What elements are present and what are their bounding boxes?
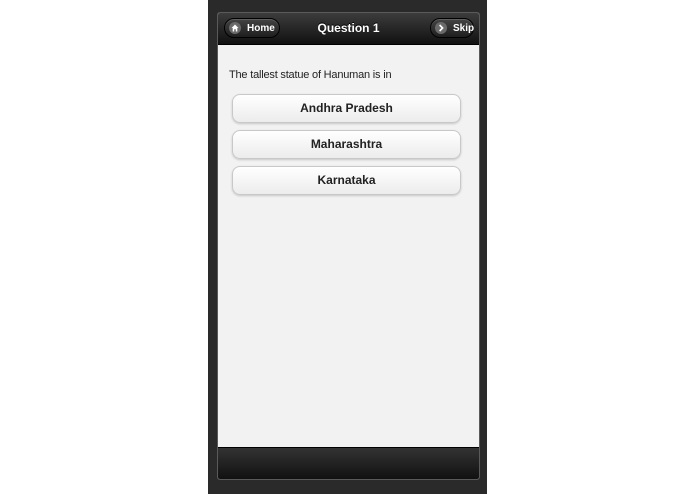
answer-option-3[interactable]: Karnataka bbox=[232, 166, 461, 195]
answer-option-2[interactable]: Maharashtra bbox=[232, 130, 461, 159]
home-button-label: Home bbox=[247, 22, 275, 34]
home-button[interactable]: Home bbox=[224, 18, 280, 38]
answer-option-1[interactable]: Andhra Pradesh bbox=[232, 94, 461, 123]
app-screen: Question 1 Home Skip The tallest statue … bbox=[217, 12, 480, 480]
question-text: The tallest statue of Hanuman is in bbox=[229, 69, 392, 81]
phone-frame: Question 1 Home Skip The tallest statue … bbox=[208, 0, 487, 494]
skip-button-label: Skip bbox=[453, 22, 475, 34]
home-icon bbox=[229, 22, 241, 34]
chevron-right-icon bbox=[435, 22, 447, 34]
footer-bar bbox=[218, 447, 479, 479]
skip-button[interactable]: Skip bbox=[430, 18, 474, 38]
header-bar: Question 1 Home Skip bbox=[218, 13, 479, 45]
